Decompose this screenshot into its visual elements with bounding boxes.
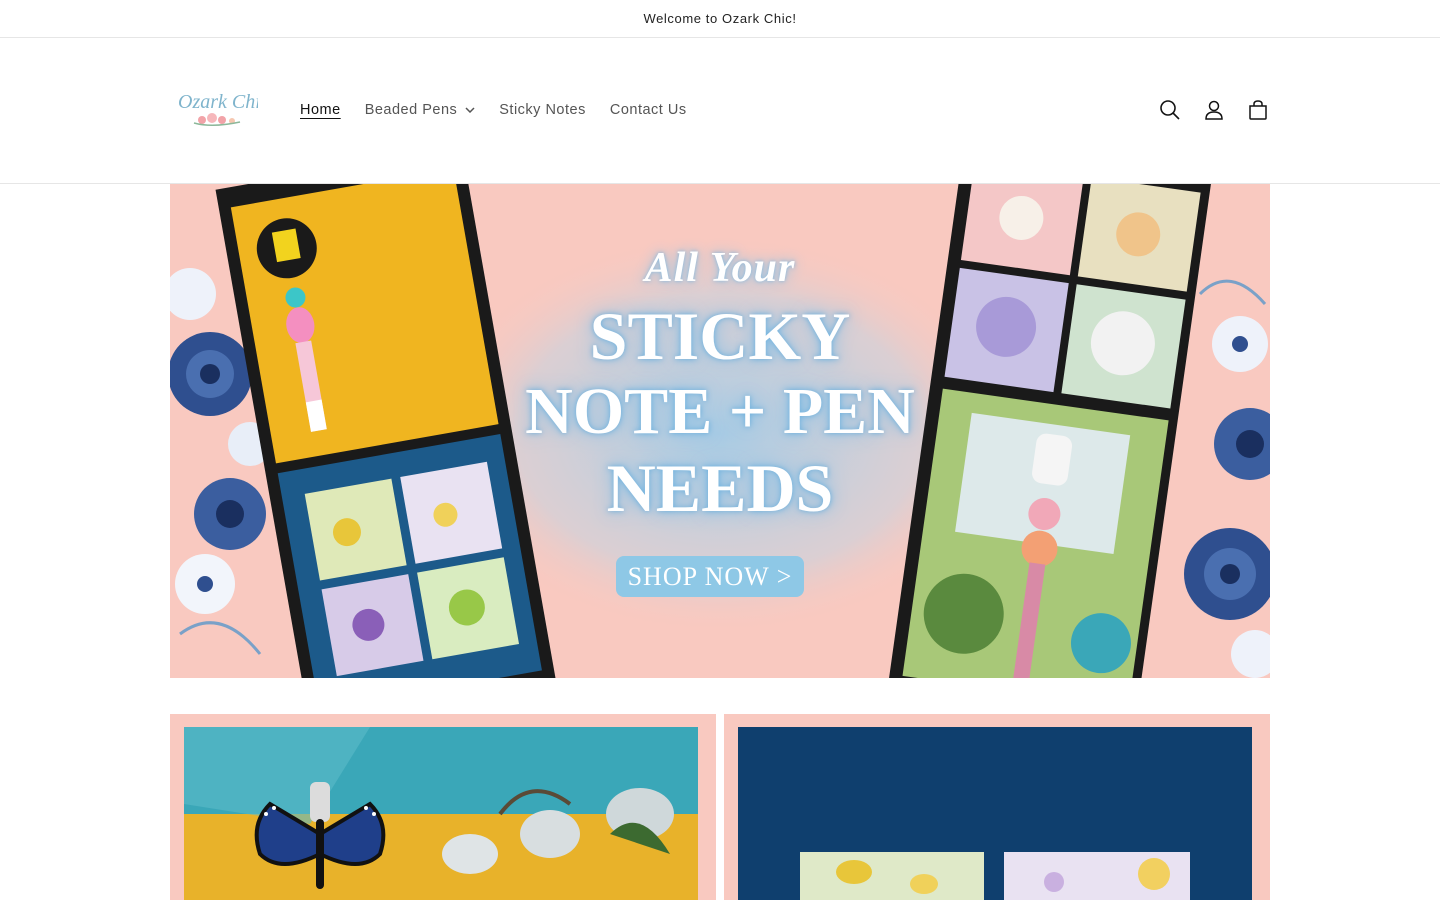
- hero-line-needs: NEEDS: [606, 450, 834, 526]
- nav-contact-us[interactable]: Contact Us: [610, 100, 687, 120]
- header-icons: [1138, 98, 1270, 122]
- nav-beaded-pens[interactable]: Beaded Pens: [365, 100, 476, 120]
- announcement-bar: Welcome to Ozark Chic!: [0, 0, 1440, 38]
- store-logo[interactable]: Ozark Chic: [172, 78, 270, 136]
- nav-contact-us-label: Contact Us: [609, 102, 687, 118]
- nav-home-label: Home: [300, 102, 341, 118]
- announcement-text: Welcome to Ozark Chic!: [643, 11, 797, 26]
- nav-sticky-notes[interactable]: Sticky Notes: [499, 100, 586, 120]
- nav-beaded-pens-label: Beaded Pens: [364, 102, 458, 118]
- collection-card-sticky-notes[interactable]: [724, 714, 1270, 900]
- butterfly-pen-image: [170, 714, 716, 900]
- collection-card-beaded-pens[interactable]: [170, 714, 716, 900]
- sticky-notes-image: [724, 714, 1270, 900]
- site-header: Ozark Chic Home Beaded Pens Sticky Notes…: [0, 38, 1440, 184]
- cart-icon[interactable]: [1246, 98, 1270, 122]
- account-icon[interactable]: [1202, 98, 1226, 122]
- hero-banner[interactable]: All Your STICKY NOTE + PEN NEEDS SHOP NO…: [170, 184, 1270, 678]
- search-icon[interactable]: [1158, 98, 1182, 122]
- logo-script: Ozark Chic: [178, 91, 258, 113]
- main-nav: Home Beaded Pens Sticky Notes Contact Us: [300, 100, 711, 120]
- hero-headline: All Your STICKY NOTE + PEN NEEDS: [470, 244, 970, 526]
- nav-home[interactable]: Home: [300, 100, 341, 120]
- hero-line-all-your: All Your: [644, 245, 796, 291]
- hero-line-note-pen: NOTE + PEN: [525, 375, 915, 448]
- shop-now-button[interactable]: SHOP NOW >: [616, 556, 804, 597]
- hero-line-sticky: STICKY: [589, 298, 851, 374]
- nav-sticky-notes-label: Sticky Notes: [499, 102, 586, 118]
- chevron-down-icon: [465, 107, 475, 113]
